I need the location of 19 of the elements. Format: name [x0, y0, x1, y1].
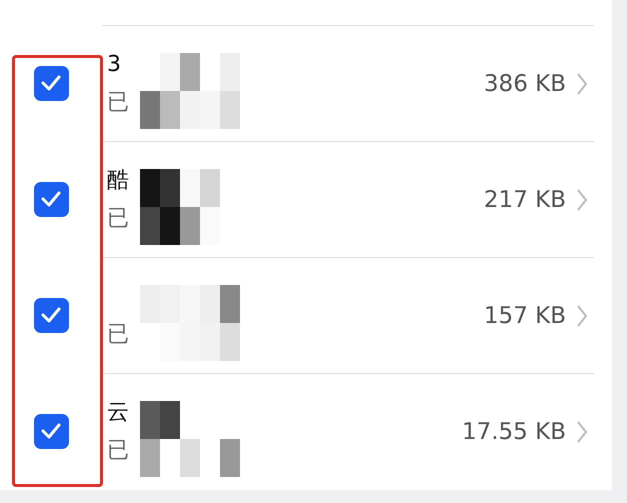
checkbox[interactable]	[34, 66, 68, 100]
checkbox[interactable]	[34, 414, 68, 448]
file-name: 3	[107, 50, 122, 78]
file-status: 已	[107, 88, 130, 116]
checkbox[interactable]	[34, 182, 68, 216]
checkmark-icon	[41, 191, 61, 207]
file-status: 已	[107, 436, 130, 464]
checkmark-icon	[41, 423, 61, 439]
file-size: 17.55 KB	[462, 418, 566, 444]
checkbox[interactable]	[34, 298, 68, 332]
file-name: 云	[107, 398, 130, 426]
file-status: 已	[107, 320, 130, 348]
file-size: 157 KB	[484, 302, 566, 328]
file-size: 386 KB	[484, 70, 566, 96]
file-size: 217 KB	[484, 186, 566, 212]
checkmark-icon	[41, 307, 61, 323]
file-status: 已	[107, 204, 130, 232]
checkmark-icon	[41, 75, 61, 91]
file-name: 酷	[107, 166, 130, 194]
